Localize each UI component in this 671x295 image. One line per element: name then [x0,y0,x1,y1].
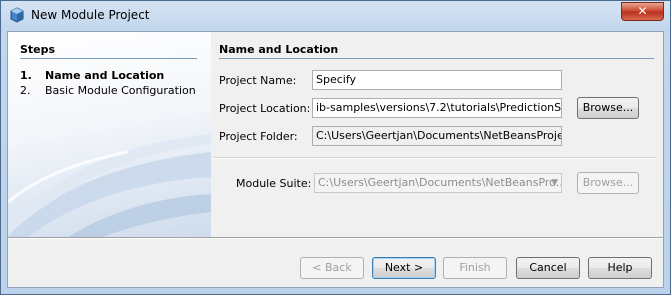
step-label: Basic Module Configuration [45,84,196,97]
close-button[interactable]: ✕ [621,2,664,21]
step-name-and-location: 1. Name and Location [20,69,164,82]
decorative-swirl-graphic [8,134,211,237]
browse-module-suite-button[interactable]: Browse... [577,172,639,194]
project-name-input[interactable]: Specify [312,70,562,90]
step-number: 1. [20,69,32,82]
module-suite-select[interactable]: C:\Users\Geertjan\Documents\NetBeansPro.… [314,173,562,193]
steps-divider [20,58,197,59]
title-bar[interactable]: New Module Project ✕ [1,1,670,30]
project-location-input[interactable]: ib-samples\versions\7.2\tutorials\Predic… [312,98,562,118]
dialog-window: New Module Project ✕ Steps 1. Name and Lo… [0,0,671,295]
steps-heading: Steps [20,43,56,56]
step-label: Name and Location [45,69,165,82]
dialog-content: Steps 1. Name and Location 2. Basic Module… [7,31,664,288]
panel-divider [219,58,654,59]
browse-location-button[interactable]: Browse... [577,97,639,119]
close-icon: ✕ [637,4,648,18]
module-suite-label: Module Suite: [236,177,312,190]
button-bar-separator [8,237,663,239]
project-folder-label: Project Folder: [219,130,298,143]
next-button[interactable]: Next > [372,257,436,279]
project-folder-field: C:\Users\Geertjan\Documents\NetBeansProj… [312,126,562,146]
module-suite-value: C:\Users\Geertjan\Documents\NetBeansPro.… [318,176,562,189]
finish-button[interactable]: Finish [443,257,507,279]
steps-panel: Steps 1. Name and Location 2. Basic Module… [8,32,211,237]
step-basic-module-configuration: 2. Basic Module Configuration [20,84,196,97]
help-button[interactable]: Help [588,257,652,279]
panel-heading: Name and Location [219,43,339,56]
netbeans-cube-icon [10,7,24,23]
step-number: 2. [20,84,31,97]
cancel-button[interactable]: Cancel [516,257,580,279]
section-separator [213,157,656,159]
back-button[interactable]: < Back [300,257,364,279]
project-location-label: Project Location: [219,102,311,115]
chevron-down-icon: ▼ [551,178,558,188]
project-name-label: Project Name: [219,74,297,87]
window-title: New Module Project [31,8,150,22]
